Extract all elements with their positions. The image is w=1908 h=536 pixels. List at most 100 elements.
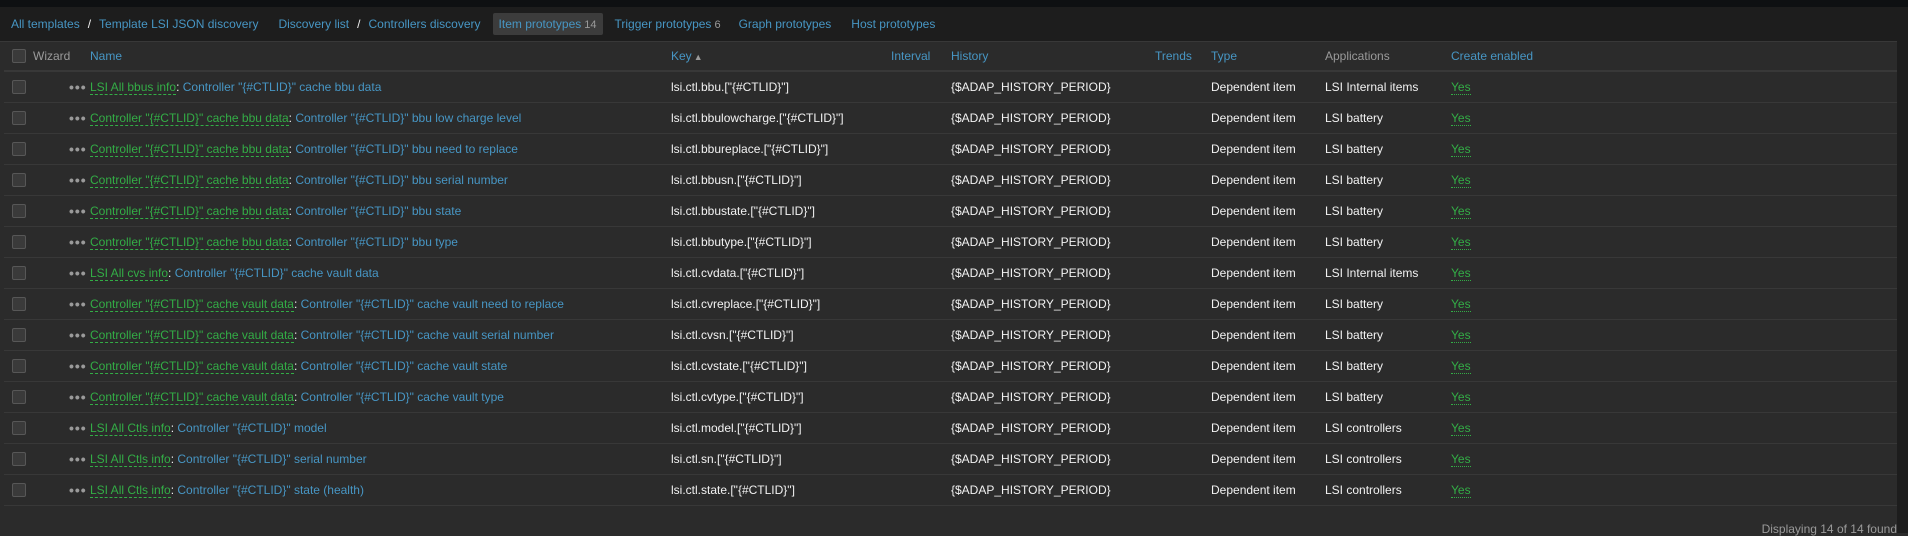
create-enabled-toggle[interactable]: Yes [1451,483,1471,498]
row-checkbox[interactable] [12,483,26,498]
item-prototype-name-link[interactable]: Controller "{#CTLID}" cache vault type [301,390,504,404]
item-prototype-name-link[interactable]: Controller "{#CTLID}" cache vault state [301,359,508,373]
col-create-enabled[interactable]: Create enabled [1451,42,1897,72]
col-type[interactable]: Type [1211,42,1325,72]
master-item-link[interactable]: Controller "{#CTLID}" cache vault data [90,328,294,343]
tab-graph-prototypes[interactable]: Graph prototypes [739,17,832,31]
master-item-link[interactable]: Controller "{#CTLID}" cache vault data [90,390,294,405]
create-enabled-toggle[interactable]: Yes [1451,235,1471,250]
wizard-menu-icon[interactable]: ••• [69,172,87,188]
row-checkbox[interactable] [12,297,26,312]
col-trends[interactable]: Trends [1155,42,1211,72]
breadcrumb-template[interactable]: Template LSI JSON discovery [99,17,258,31]
row-checkbox[interactable] [12,390,26,405]
item-prototype-name-link[interactable]: Controller "{#CTLID}" serial number [177,452,366,466]
col-trends-label[interactable]: Trends [1155,49,1192,63]
master-item-link[interactable]: Controller "{#CTLID}" cache bbu data [90,173,289,188]
tab-trigger-prototypes[interactable]: Trigger prototypes 6 [615,17,721,31]
item-prototype-name-link[interactable]: Controller "{#CTLID}" cache bbu data [183,80,382,94]
item-prototype-name-link[interactable]: Controller "{#CTLID}" bbu type [295,235,458,249]
col-key[interactable]: Key ▲ [671,42,891,72]
wizard-menu-icon[interactable]: ••• [69,79,87,95]
tab-item-prototypes[interactable]: Item prototypes 14 [492,13,603,35]
breadcrumb-discovery-rule[interactable]: Controllers discovery [368,17,480,31]
row-checkbox[interactable] [12,204,26,219]
row-checkbox[interactable] [12,111,26,126]
col-name-label[interactable]: Name [90,49,122,63]
master-item-link[interactable]: Controller "{#CTLID}" cache bbu data [90,142,289,157]
wizard-menu-icon[interactable]: ••• [69,296,87,312]
create-enabled-toggle[interactable]: Yes [1451,80,1471,95]
item-prototype-name-link[interactable]: Controller "{#CTLID}" bbu state [295,204,461,218]
row-checkbox[interactable] [12,421,26,436]
master-item-link[interactable]: LSI All Ctls info [90,421,171,436]
wizard-menu-icon[interactable]: ••• [69,420,87,436]
create-enabled-toggle[interactable]: Yes [1451,421,1471,436]
master-item-link[interactable]: Controller "{#CTLID}" cache bbu data [90,204,289,219]
tab-graph-prototypes-label[interactable]: Graph prototypes [739,17,832,31]
create-enabled-toggle[interactable]: Yes [1451,204,1471,219]
create-enabled-toggle[interactable]: Yes [1451,452,1471,467]
row-checkbox[interactable] [12,328,26,343]
row-checkbox[interactable] [12,266,26,281]
wizard-menu-icon[interactable]: ••• [69,203,87,219]
row-checkbox[interactable] [12,359,26,374]
create-enabled-toggle[interactable]: Yes [1451,173,1471,188]
create-enabled-toggle[interactable]: Yes [1451,142,1471,157]
row-checkbox[interactable] [12,142,26,157]
tab-host-prototypes-label[interactable]: Host prototypes [851,17,935,31]
col-interval[interactable]: Interval [891,42,951,72]
row-wizard-cell: ••• [30,71,90,103]
item-prototype-name-link[interactable]: Controller "{#CTLID}" model [177,421,326,435]
wizard-menu-icon[interactable]: ••• [69,451,87,467]
create-enabled-toggle[interactable]: Yes [1451,297,1471,312]
row-checkbox[interactable] [12,80,26,95]
master-item-link[interactable]: Controller "{#CTLID}" cache vault data [90,359,294,374]
wizard-menu-icon[interactable]: ••• [69,141,87,157]
col-history-label[interactable]: History [951,49,988,63]
wizard-menu-icon[interactable]: ••• [69,358,87,374]
item-prototype-name-link[interactable]: Controller "{#CTLID}" bbu need to replac… [295,142,518,156]
col-history[interactable]: History [951,42,1155,72]
breadcrumb-discovery-list[interactable]: Discovery list [278,17,349,31]
item-prototype-name-link[interactable]: Controller "{#CTLID}" bbu low charge lev… [295,111,521,125]
col-interval-label[interactable]: Interval [891,49,930,63]
row-checkbox[interactable] [12,452,26,467]
create-enabled-toggle[interactable]: Yes [1451,111,1471,126]
col-create-enabled-label[interactable]: Create enabled [1451,49,1533,63]
master-item-link[interactable]: LSI All Ctls info [90,483,171,498]
row-select-cell [4,71,30,103]
item-prototype-name-link[interactable]: Controller "{#CTLID}" cache vault data [175,266,379,280]
create-enabled-toggle[interactable]: Yes [1451,359,1471,374]
master-item-link[interactable]: LSI All bbus info [90,80,177,95]
tab-trigger-prototypes-label[interactable]: Trigger prototypes [615,17,712,31]
wizard-menu-icon[interactable]: ••• [69,234,87,250]
item-prototype-name-link[interactable]: Controller "{#CTLID}" state (health) [177,483,364,497]
create-enabled-toggle[interactable]: Yes [1451,266,1471,281]
wizard-menu-icon[interactable]: ••• [69,482,87,498]
master-item-link[interactable]: LSI All cvs info [90,266,169,281]
master-item-link[interactable]: LSI All Ctls info [90,452,171,467]
item-prototype-name-link[interactable]: Controller "{#CTLID}" cache vault need t… [301,297,564,311]
tab-host-prototypes[interactable]: Host prototypes [851,17,935,31]
row-select-cell [4,381,30,413]
master-item-link[interactable]: Controller "{#CTLID}" cache vault data [90,297,294,312]
create-enabled-toggle[interactable]: Yes [1451,390,1471,405]
col-name[interactable]: Name [90,42,671,72]
tab-item-prototypes-label[interactable]: Item prototypes [499,17,582,31]
wizard-menu-icon[interactable]: ••• [69,110,87,126]
master-item-link[interactable]: Controller "{#CTLID}" cache bbu data [90,111,289,126]
select-all-checkbox[interactable] [12,49,26,64]
col-type-label[interactable]: Type [1211,49,1237,63]
row-checkbox[interactable] [12,173,26,188]
row-checkbox[interactable] [12,235,26,250]
create-enabled-toggle[interactable]: Yes [1451,328,1471,343]
wizard-menu-icon[interactable]: ••• [69,327,87,343]
master-item-link[interactable]: Controller "{#CTLID}" cache bbu data [90,235,289,250]
item-prototype-name-link[interactable]: Controller "{#CTLID}" cache vault serial… [301,328,554,342]
wizard-menu-icon[interactable]: ••• [69,265,87,281]
item-prototype-name-link[interactable]: Controller "{#CTLID}" bbu serial number [295,173,508,187]
breadcrumb-all-templates[interactable]: All templates [11,17,80,31]
col-key-label[interactable]: Key [671,49,692,63]
wizard-menu-icon[interactable]: ••• [69,389,87,405]
